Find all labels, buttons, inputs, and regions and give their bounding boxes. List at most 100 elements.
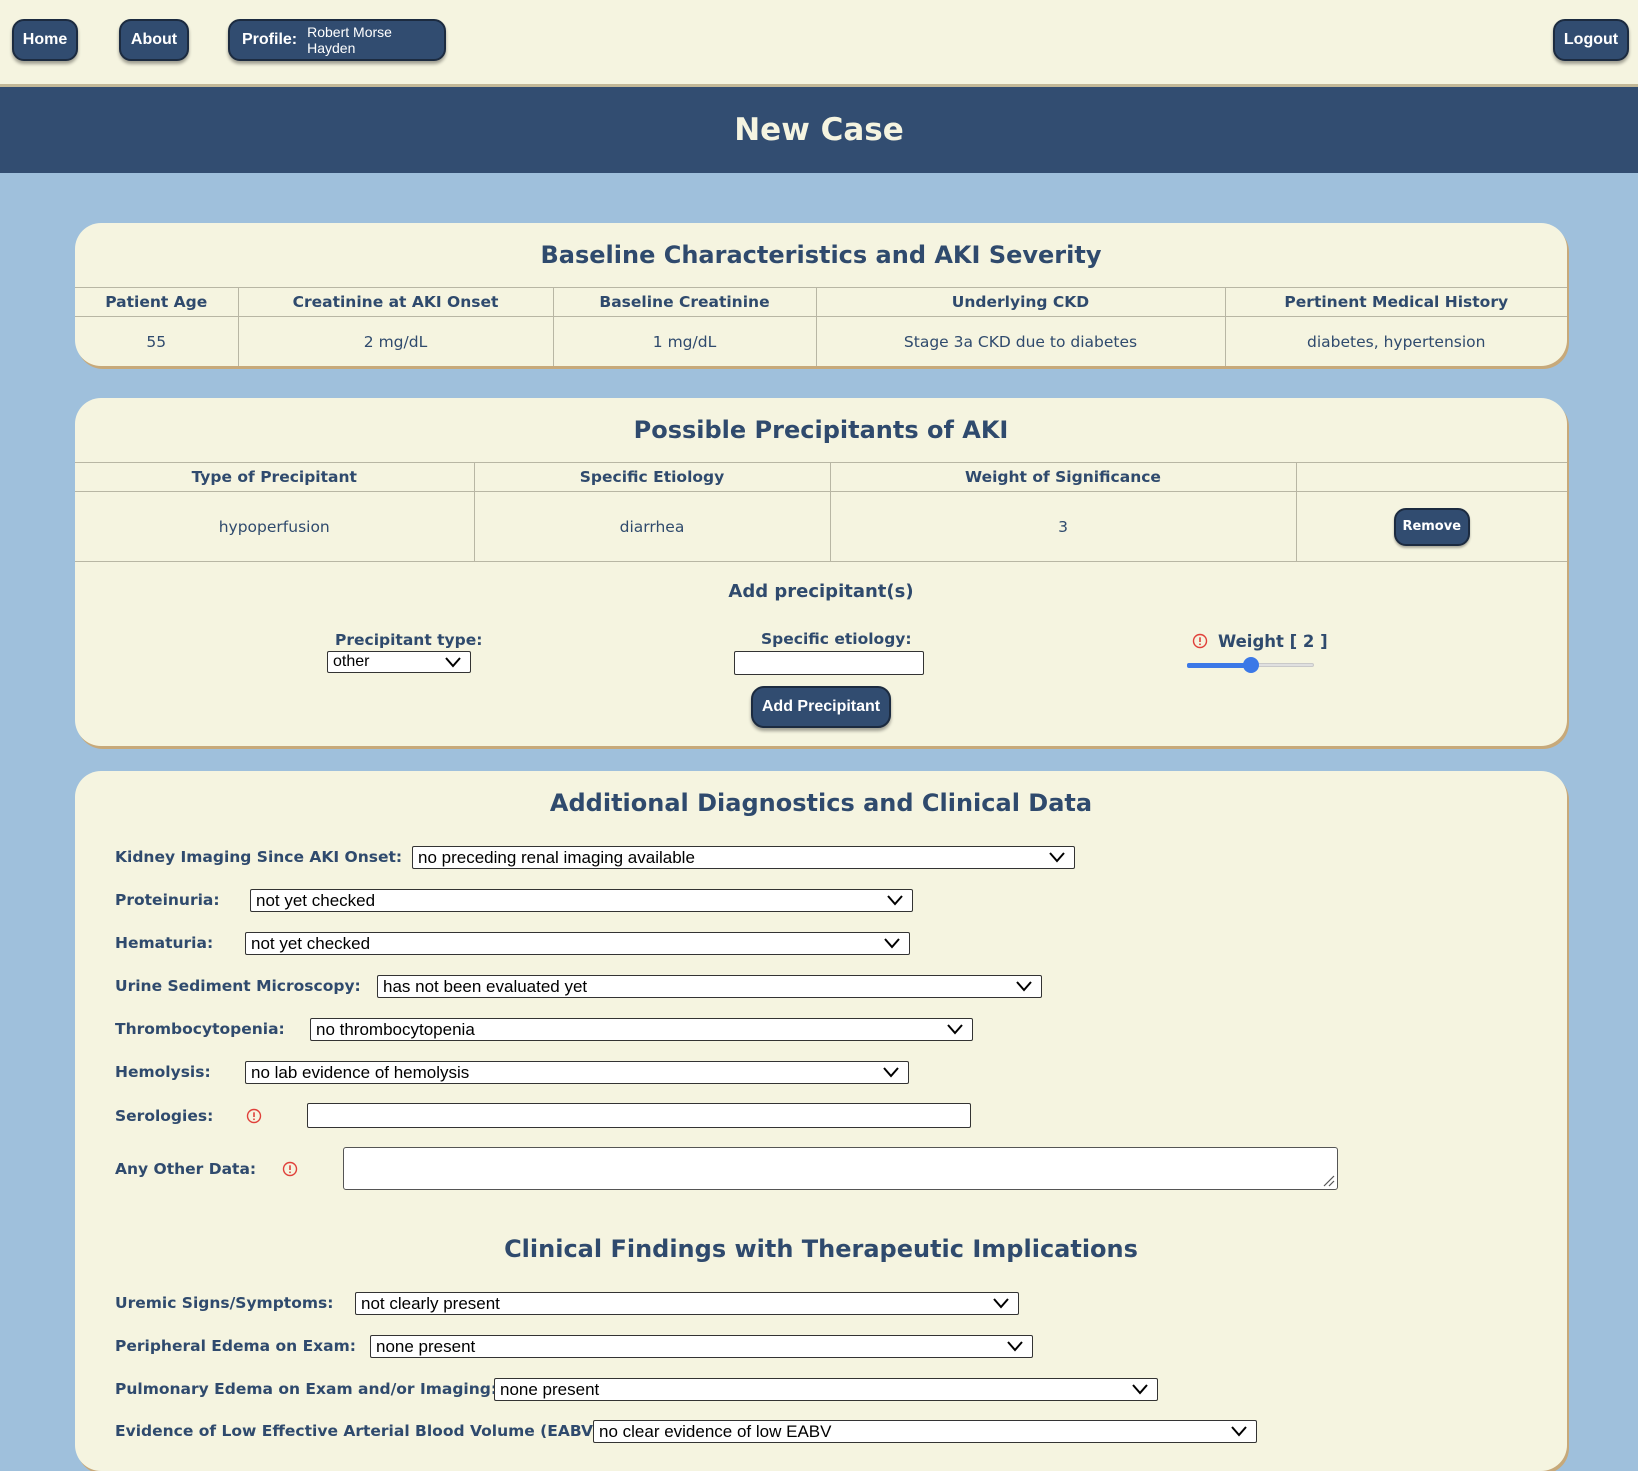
about-button-label: About [130, 31, 178, 48]
home-button-label: Home [22, 31, 68, 48]
hematuria-select[interactable]: not yet checked [245, 932, 910, 955]
baseline-table: Patient Age Creatinine at AKI Onset Base… [75, 287, 1567, 366]
thrombocytopenia-label: Thrombocytopenia: [115, 1020, 285, 1038]
slider-thumb[interactable] [1242, 657, 1259, 673]
add-precipitant-button-label: Add Precipitant [761, 698, 881, 715]
header-actions [1295, 462, 1567, 492]
chevron-down-icon [947, 1024, 963, 1035]
urine-sediment-select[interactable]: has not been evaluated yet [377, 975, 1042, 998]
peripheral-edema-value: none present [376, 1336, 476, 1356]
baseline-value-row: 55 2 mg/dL 1 mg/dL Stage 3a CKD due to d… [75, 316, 1567, 366]
page-title: New Case [734, 112, 904, 148]
precipitant-type-select[interactable]: other [327, 651, 471, 673]
uremic-label: Uremic Signs/Symptoms: [115, 1294, 334, 1312]
header-medical-history: Pertinent Medical History [1224, 287, 1567, 317]
hemolysis-label: Hemolysis: [115, 1063, 211, 1081]
chevron-down-icon [1016, 981, 1032, 992]
urine-sediment-value: has not been evaluated yet [383, 976, 588, 996]
chevron-down-icon [883, 1067, 899, 1078]
kidney-imaging-select[interactable]: no preceding renal imaging available [412, 846, 1075, 869]
baseline-card: Baseline Characteristics and AKI Severit… [75, 223, 1567, 366]
uremic-select[interactable]: not clearly present [355, 1292, 1019, 1315]
table-row: hypoperfusion diarrhea 3 Remove [75, 491, 1567, 562]
diagnostics-title: Additional Diagnostics and Clinical Data [549, 789, 1093, 817]
eabv-value: no clear evidence of low EABV [599, 1421, 832, 1441]
header-specific-etiology: Specific Etiology [473, 462, 831, 492]
precipitant-type-value: other [333, 653, 370, 670]
baseline-title: Baseline Characteristics and AKI Severit… [540, 241, 1102, 269]
row-actions: Remove [1295, 491, 1567, 562]
resize-grip-icon[interactable] [1321, 1173, 1335, 1187]
precipitant-type-label: Precipitant type: [335, 631, 483, 649]
other-data-textarea[interactable] [343, 1147, 1338, 1190]
profile-name: Robert Morse Hayden [307, 24, 392, 56]
uremic-value: not clearly present [361, 1293, 500, 1313]
profile-button[interactable]: Profile: Robert Morse Hayden [228, 19, 446, 61]
weight-slider[interactable] [1187, 657, 1314, 673]
specific-etiology-input[interactable] [734, 651, 924, 675]
remove-button[interactable]: Remove [1393, 507, 1470, 546]
hematuria-value: not yet checked [251, 933, 371, 953]
peripheral-edema-select[interactable]: none present [370, 1335, 1033, 1358]
chevron-down-icon [884, 938, 900, 949]
precipitants-title: Possible Precipitants of AKI [633, 416, 1009, 444]
chevron-down-icon [1231, 1426, 1247, 1437]
kidney-imaging-value: no preceding renal imaging available [418, 847, 695, 867]
slider-fill [1187, 663, 1251, 668]
serologies-label: Serologies: [115, 1107, 214, 1125]
header-weight: Weight of Significance [829, 462, 1297, 492]
specific-etiology-label: Specific etiology: [761, 630, 912, 648]
hemolysis-value: no lab evidence of hemolysis [251, 1062, 470, 1082]
add-precipitant-button[interactable]: Add Precipitant [751, 686, 891, 728]
warning-icon [1192, 633, 1208, 649]
warning-icon [282, 1161, 298, 1177]
baseline-header-row: Patient Age Creatinine at AKI Onset Base… [75, 287, 1567, 317]
row-specific-etiology: diarrhea [473, 491, 831, 562]
pulmonary-edema-select[interactable]: none present [494, 1378, 1158, 1401]
thrombocytopenia-select[interactable]: no thrombocytopenia [310, 1018, 973, 1041]
value-creatinine-onset: 2 mg/dL [237, 316, 554, 366]
header-patient-age: Patient Age [75, 287, 239, 317]
header-precipitant-type: Type of Precipitant [75, 462, 475, 492]
proteinuria-label: Proteinuria: [115, 891, 220, 909]
row-precipitant-type: hypoperfusion [75, 491, 475, 562]
value-baseline-creatinine: 1 mg/dL [552, 316, 817, 366]
value-medical-history: diabetes, hypertension [1224, 316, 1567, 366]
header-baseline-creatinine: Baseline Creatinine [552, 287, 817, 317]
about-button[interactable]: About [119, 19, 189, 61]
value-underlying-ckd: Stage 3a CKD due to diabetes [815, 316, 1226, 366]
logout-button[interactable]: Logout [1553, 19, 1629, 61]
chevron-down-icon [993, 1298, 1009, 1309]
thrombocytopenia-value: no thrombocytopenia [316, 1019, 475, 1039]
pulmonary-edema-value: none present [500, 1379, 600, 1399]
profile-label: Profile: [242, 31, 298, 48]
diagnostics-card: Additional Diagnostics and Clinical Data… [75, 771, 1567, 1471]
hematuria-label: Hematuria: [115, 934, 214, 952]
urine-sediment-label: Urine Sediment Microscopy: [115, 977, 361, 995]
eabv-select[interactable]: no clear evidence of low EABV [593, 1420, 1257, 1443]
chevron-down-icon [445, 657, 461, 668]
eabv-label: Evidence of Low Effective Arterial Blood… [115, 1422, 607, 1440]
home-button[interactable]: Home [12, 19, 78, 61]
logout-button-label: Logout [1563, 31, 1619, 48]
header-underlying-ckd: Underlying CKD [815, 287, 1226, 317]
add-precipitant-heading: Add precipitant(s) [728, 581, 914, 602]
page-title-banner: New Case [0, 87, 1638, 173]
header-creatinine-onset: Creatinine at AKI Onset [237, 287, 554, 317]
precipitants-card: Possible Precipitants of AKI Type of Pre… [75, 398, 1567, 746]
weight-label: Weight [ 2 ] [1218, 632, 1328, 651]
clinical-findings-title: Clinical Findings with Therapeutic Impli… [504, 1235, 1138, 1263]
top-nav-bar: Home About Profile: Robert Morse Hayden … [0, 0, 1638, 87]
chevron-down-icon [1132, 1384, 1148, 1395]
hemolysis-select[interactable]: no lab evidence of hemolysis [245, 1061, 909, 1084]
chevron-down-icon [887, 895, 903, 906]
other-data-label: Any Other Data: [115, 1160, 257, 1178]
proteinuria-value: not yet checked [256, 890, 376, 910]
row-weight: 3 [829, 491, 1297, 562]
peripheral-edema-label: Peripheral Edema on Exam: [115, 1337, 356, 1355]
value-patient-age: 55 [75, 316, 239, 366]
precipitants-table: Type of Precipitant Specific Etiology We… [75, 462, 1567, 562]
precipitants-header-row: Type of Precipitant Specific Etiology We… [75, 462, 1567, 492]
serologies-input[interactable] [307, 1103, 971, 1128]
proteinuria-select[interactable]: not yet checked [250, 889, 913, 912]
